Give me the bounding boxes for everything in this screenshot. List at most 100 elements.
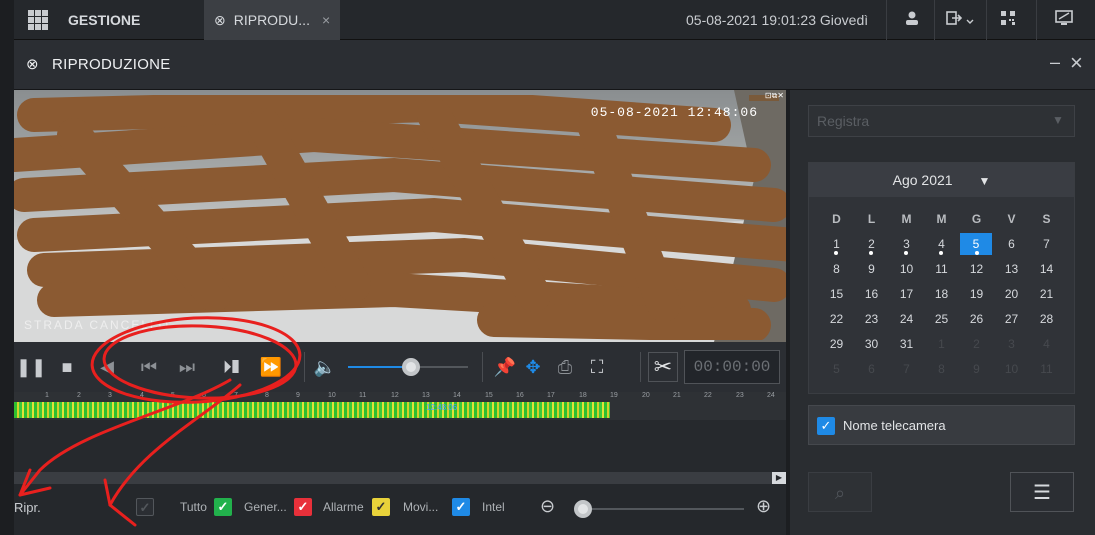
calendar-day[interactable]: 25: [924, 307, 959, 332]
volume-icon[interactable]: 🔈: [312, 354, 338, 380]
camera-name-checkbox[interactable]: ✓: [817, 417, 835, 435]
calendar-day[interactable]: 1: [819, 232, 854, 257]
user-icon[interactable]: [902, 10, 922, 30]
calendar-day[interactable]: 14: [1029, 257, 1064, 282]
logout-icon[interactable]: [944, 10, 978, 30]
divider: [640, 352, 641, 382]
calendar-day[interactable]: 6: [994, 232, 1029, 257]
qr-code-icon[interactable]: [998, 10, 1018, 30]
calendar-day-selected[interactable]: 5: [960, 233, 992, 255]
calendar-day[interactable]: 11: [924, 257, 959, 282]
calendar-day[interactable]: 2: [854, 232, 889, 257]
calendar-day[interactable]: 10: [889, 257, 924, 282]
recording-indicator-dot: [939, 251, 943, 255]
video-overlay-controls[interactable]: ⊡⧉✕: [765, 91, 784, 101]
calendar-day[interactable]: 7: [1029, 232, 1064, 257]
pin-icon[interactable]: 📌: [492, 354, 518, 380]
calendar-day[interactable]: 24: [889, 307, 924, 332]
zoom-in-icon[interactable]: ⊕: [756, 496, 771, 517]
calendar-day[interactable]: 19: [959, 282, 994, 307]
timeline-tick: 15: [485, 392, 493, 399]
calendar-day[interactable]: 28: [1029, 307, 1064, 332]
timeline-tick: 21: [673, 392, 681, 399]
playback-icon: ⊗: [214, 11, 226, 28]
snapshot-icon[interactable]: ⎙: [552, 354, 578, 380]
calendar-day: 8: [938, 362, 945, 376]
timeline-scrollbar[interactable]: ▶: [14, 472, 786, 484]
recording-indicator-dot: [975, 251, 979, 255]
tab-gestione[interactable]: GESTIONE: [68, 0, 140, 40]
calendar-weekday: M: [901, 212, 912, 226]
scissors-icon[interactable]: ✂: [648, 352, 678, 382]
filter-checkbox-allarme[interactable]: ✓: [294, 498, 312, 516]
calendar-day[interactable]: 16: [854, 282, 889, 307]
stop-icon[interactable]: ■: [54, 354, 80, 380]
filter-label: Tutto: [180, 500, 207, 514]
grid-menu-icon[interactable]: [28, 10, 48, 30]
filter-checkbox-movi[interactable]: ✓: [372, 498, 390, 516]
calendar-day[interactable]: 8: [819, 257, 854, 282]
volume-slider[interactable]: [348, 358, 468, 376]
timeline-tick: 3: [108, 392, 112, 399]
divider: [304, 352, 305, 382]
calendar-day[interactable]: 22: [819, 307, 854, 332]
tab-riproduzione[interactable]: ⊗ RIPRODU... ×: [204, 0, 340, 40]
record-type-select[interactable]: Registra: [808, 105, 1075, 137]
calendar-day[interactable]: 21: [1029, 282, 1064, 307]
redaction-scribble: [14, 95, 786, 340]
zoom-out-icon[interactable]: ⊖: [540, 496, 555, 517]
close-icon[interactable]: ×: [1070, 50, 1083, 76]
calendar-day[interactable]: 31: [889, 332, 924, 357]
tab-close-icon[interactable]: ×: [322, 12, 330, 28]
list-view-button[interactable]: ☰: [1010, 472, 1074, 512]
calendar-day[interactable]: 18: [924, 282, 959, 307]
calendar-day[interactable]: 3: [889, 232, 924, 257]
filter-checkbox-tutto[interactable]: ✓: [136, 498, 154, 516]
calendar-day[interactable]: 12: [959, 257, 994, 282]
pause-icon[interactable]: ❚❚: [16, 354, 46, 380]
fast-forward-icon[interactable]: ⏩: [258, 354, 284, 380]
video-player[interactable]: 05-08-2021 12:48:06 STRADA CANCELLO ⊡⧉✕: [14, 90, 786, 342]
calendar-day[interactable]: 15: [819, 282, 854, 307]
calendar-day[interactable]: 4: [924, 232, 959, 257]
calendar-day[interactable]: 9: [854, 257, 889, 282]
reverse-play-icon[interactable]: ◀: [94, 354, 120, 380]
previous-frame-icon[interactable]: ⏮: [136, 354, 162, 380]
calendar-day[interactable]: 27: [994, 307, 1029, 332]
calendar-day[interactable]: 23: [854, 307, 889, 332]
minimize-icon[interactable]: –: [1050, 52, 1060, 73]
calendar-weekday: S: [1042, 212, 1051, 226]
clip-time-display[interactable]: 00:00:00: [684, 350, 780, 384]
next-frame-icon[interactable]: ⏭: [174, 354, 200, 380]
calendar-day[interactable]: 17: [889, 282, 924, 307]
filter-checkbox-intel[interactable]: ✓: [452, 498, 470, 516]
slow-forward-icon[interactable]: ⏵❚: [218, 354, 244, 380]
smart-search-button[interactable]: ⌕: [808, 472, 872, 512]
calendar-day: 11: [1040, 362, 1053, 376]
filter-checkbox-gener[interactable]: ✓: [214, 498, 232, 516]
timeline-tick: 5: [171, 392, 175, 399]
timeline-tick: 16: [516, 392, 524, 399]
scroll-right-icon[interactable]: ▶: [772, 472, 786, 484]
calendar-header[interactable]: Ago 2021 ▼: [809, 163, 1074, 197]
fullscreen-icon[interactable]: ⛶: [584, 354, 610, 380]
window-title: RIPRODUZIONE: [52, 56, 171, 73]
monitor-icon[interactable]: [1054, 10, 1074, 30]
calendar-day[interactable]: 29: [819, 332, 854, 357]
digital-zoom-icon[interactable]: ✥: [520, 354, 546, 380]
zoom-slider[interactable]: [574, 500, 744, 518]
timeline-tick: 10: [328, 392, 336, 399]
calendar-day[interactable]: 13: [994, 257, 1029, 282]
timeline-tick: 23: [736, 392, 744, 399]
recording-bar[interactable]: [14, 402, 610, 418]
timeline[interactable]: 1 2 3 4 5 6 7 8 9 10 11 12 13 14 15 16 17 18 19 20 21 22 23 24 …: [14, 392, 786, 420]
calendar-day[interactable]: 30: [854, 332, 889, 357]
calendar-weekday: D: [832, 212, 841, 226]
calendar-day[interactable]: 20: [994, 282, 1029, 307]
calendar-day[interactable]: 26: [959, 307, 994, 332]
timeline-tick: 19: [610, 392, 618, 399]
camera-name-toggle[interactable]: ✓ Nome telecamera: [808, 405, 1075, 445]
timeline-track-area: [14, 420, 786, 472]
timeline-tick: 20: [642, 392, 650, 399]
timeline-tick: 7: [234, 392, 238, 399]
